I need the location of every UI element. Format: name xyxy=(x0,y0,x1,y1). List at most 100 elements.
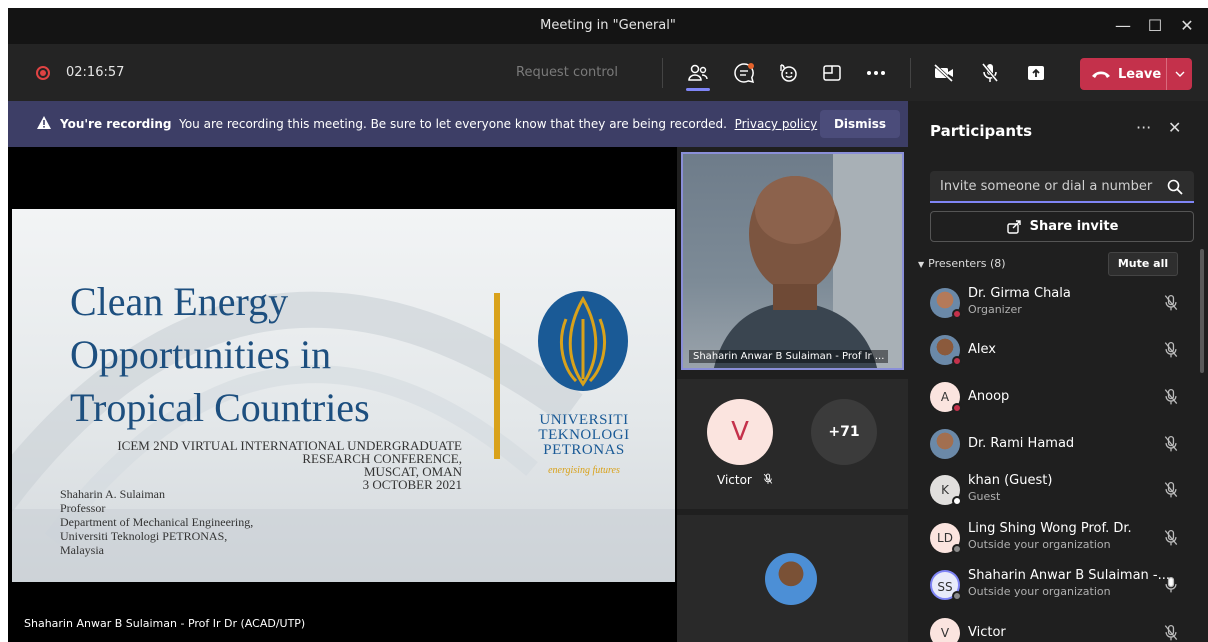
utp-logo-line: PETRONAS xyxy=(543,442,625,458)
invite-input[interactable] xyxy=(930,171,1194,203)
participant-row[interactable]: Alex xyxy=(908,328,1198,374)
avatar xyxy=(765,553,817,605)
presentation-slide: Clean Energy Opportunities in Tropical C… xyxy=(12,209,675,582)
slide-accent-bar xyxy=(494,293,500,459)
minimize-icon[interactable]: — xyxy=(1108,14,1138,38)
share-invite-button[interactable]: Share invite xyxy=(930,211,1194,242)
slide-title-line: Opportunities in xyxy=(70,332,332,377)
participants-panel: Participants ··· ✕ Share invite ▼Present… xyxy=(908,101,1208,642)
speaker-video-caption: Shaharin Anwar B Sulaiman - Prof Ir ... xyxy=(689,350,889,363)
mic-off-icon[interactable] xyxy=(1162,529,1180,547)
recording-icon xyxy=(36,66,50,80)
utp-logo-text: UNIVERSITI TEKNOLOGI PETRONAS xyxy=(524,413,644,458)
leave-button[interactable]: Leave xyxy=(1080,58,1192,90)
close-icon[interactable]: ✕ xyxy=(1168,118,1181,137)
camera-off-icon[interactable] xyxy=(926,56,962,90)
mic-off-icon[interactable] xyxy=(1162,624,1180,642)
mic-off-icon[interactable] xyxy=(1162,294,1180,312)
participant-row[interactable]: Dr. Rami Hamad xyxy=(908,422,1198,468)
hang-up-icon xyxy=(1092,71,1110,78)
participant-name: Anoop xyxy=(968,389,1010,404)
window-title: Meeting in "General" xyxy=(540,18,676,33)
reactions-icon[interactable] xyxy=(770,56,806,90)
shared-content-stage: Clean Energy Opportunities in Tropical C… xyxy=(8,147,677,642)
participant-name: Alex xyxy=(968,342,996,357)
participant-row[interactable]: Kkhan (Guest) Guest xyxy=(908,468,1198,514)
chevron-down-icon: ▼ xyxy=(918,260,925,269)
presence-status-icon xyxy=(952,591,962,601)
panel-scrollbar[interactable] xyxy=(1200,249,1204,373)
speaker-video-frame xyxy=(714,154,902,368)
participant-row[interactable]: A Anoop xyxy=(908,375,1198,421)
presence-status-icon xyxy=(952,496,962,506)
overflow-participants-badge[interactable]: +71 xyxy=(811,399,877,465)
search-icon[interactable] xyxy=(1166,178,1184,196)
participant-row[interactable]: LD Ling Shing Wong Prof. Dr. Outside your … xyxy=(908,516,1198,562)
participant-name: Dr. Rami Hamad xyxy=(968,436,1075,451)
divider xyxy=(662,58,663,88)
mic-off-icon xyxy=(763,473,772,484)
mic-off-icon[interactable] xyxy=(1162,341,1180,359)
avatar: V xyxy=(930,618,960,642)
avatar xyxy=(930,429,960,459)
participant-tile[interactable] xyxy=(677,515,908,642)
privacy-policy-link[interactable]: Privacy policy xyxy=(735,117,818,131)
speaker-video-tile[interactable]: Shaharin Anwar B Sulaiman - Prof Ir ... xyxy=(681,152,904,370)
slide-event-info: ICEM 2ND VIRTUAL INTERNATIONAL UNDERGRAD… xyxy=(72,439,462,491)
request-control-button[interactable]: Request control xyxy=(516,65,618,80)
chevron-down-icon[interactable] xyxy=(1166,58,1192,90)
avatar: V xyxy=(707,399,773,465)
slide-author-line: Universiti Teknologi PETRONAS, xyxy=(60,529,228,543)
maximize-icon[interactable]: ☐ xyxy=(1140,14,1170,38)
utp-tagline: energising futures xyxy=(548,465,620,476)
participant-name: Victor xyxy=(968,625,1006,640)
mic-off-icon[interactable] xyxy=(972,56,1008,90)
participant-row[interactable]: SS Shaharin Anwar B Sulaiman -... Outside … xyxy=(908,563,1198,609)
more-options-icon[interactable] xyxy=(858,56,894,90)
people-icon[interactable] xyxy=(680,56,716,90)
close-icon[interactable]: ✕ xyxy=(1172,14,1202,38)
participant-role: Guest xyxy=(968,490,1001,503)
participant-name: Dr. Girma Chala xyxy=(968,286,1071,301)
mic-off-icon[interactable] xyxy=(1162,388,1180,406)
meeting-toolbar: 02:16:57 Request control Leave xyxy=(8,44,1208,101)
participant-tile-victor[interactable]: V Victor +71 xyxy=(677,379,908,509)
mute-all-button[interactable]: Mute all xyxy=(1108,252,1178,276)
breakout-rooms-icon[interactable] xyxy=(814,56,850,90)
active-tab-indicator xyxy=(686,88,710,91)
participant-name-label: Victor xyxy=(717,473,752,487)
video-gallery: Shaharin Anwar B Sulaiman - Prof Ir ... … xyxy=(677,147,908,642)
panel-title: Participants xyxy=(930,122,1033,140)
participant-name: Victor xyxy=(717,473,774,487)
dismiss-button[interactable]: Dismiss xyxy=(820,110,900,138)
slide-author-line: Shaharin A. Sulaiman xyxy=(60,487,165,501)
participant-row[interactable]: V Victor xyxy=(908,611,1198,642)
participant-row[interactable]: Dr. Girma Chala Organizer xyxy=(908,281,1198,327)
participant-role: Outside your organization xyxy=(968,585,1111,598)
slide-title: Clean Energy Opportunities in Tropical C… xyxy=(70,275,490,434)
slide-author-line: Department of Mechanical Engineering, xyxy=(60,515,254,529)
participant-role: Outside your organization xyxy=(968,538,1111,551)
chat-icon[interactable] xyxy=(726,56,762,90)
leave-label: Leave xyxy=(1118,66,1162,82)
banner-bold-text: You're recording xyxy=(60,117,172,131)
presenters-section-header[interactable]: ▼ Presenters (8) xyxy=(918,257,1006,270)
presence-status-icon xyxy=(952,544,962,554)
banner-message: You're recording You are recording this … xyxy=(60,117,817,131)
slide-author-line: Professor xyxy=(60,501,106,515)
slide-title-line: Clean Energy xyxy=(70,279,289,324)
slide-author-line: Malaysia xyxy=(60,543,104,557)
mic-off-icon[interactable] xyxy=(1162,481,1180,499)
mic-on-icon[interactable] xyxy=(1162,576,1180,594)
share-screen-icon[interactable] xyxy=(1018,56,1054,90)
presenter-name-caption: Shaharin Anwar B Sulaiman - Prof Ir Dr (… xyxy=(24,617,306,630)
participant-role: Organizer xyxy=(968,303,1022,316)
warning-icon xyxy=(37,116,51,129)
mic-off-icon[interactable] xyxy=(1162,435,1180,453)
meeting-timer: 02:16:57 xyxy=(66,65,125,80)
title-bar: Meeting in "General" — ☐ ✕ xyxy=(8,8,1208,44)
participant-name: Shaharin Anwar B Sulaiman -... xyxy=(968,568,1171,583)
slide-author-info: Shaharin A. Sulaiman Professor Departmen… xyxy=(60,487,253,557)
more-options-icon[interactable]: ··· xyxy=(1136,118,1151,137)
divider xyxy=(910,58,911,88)
